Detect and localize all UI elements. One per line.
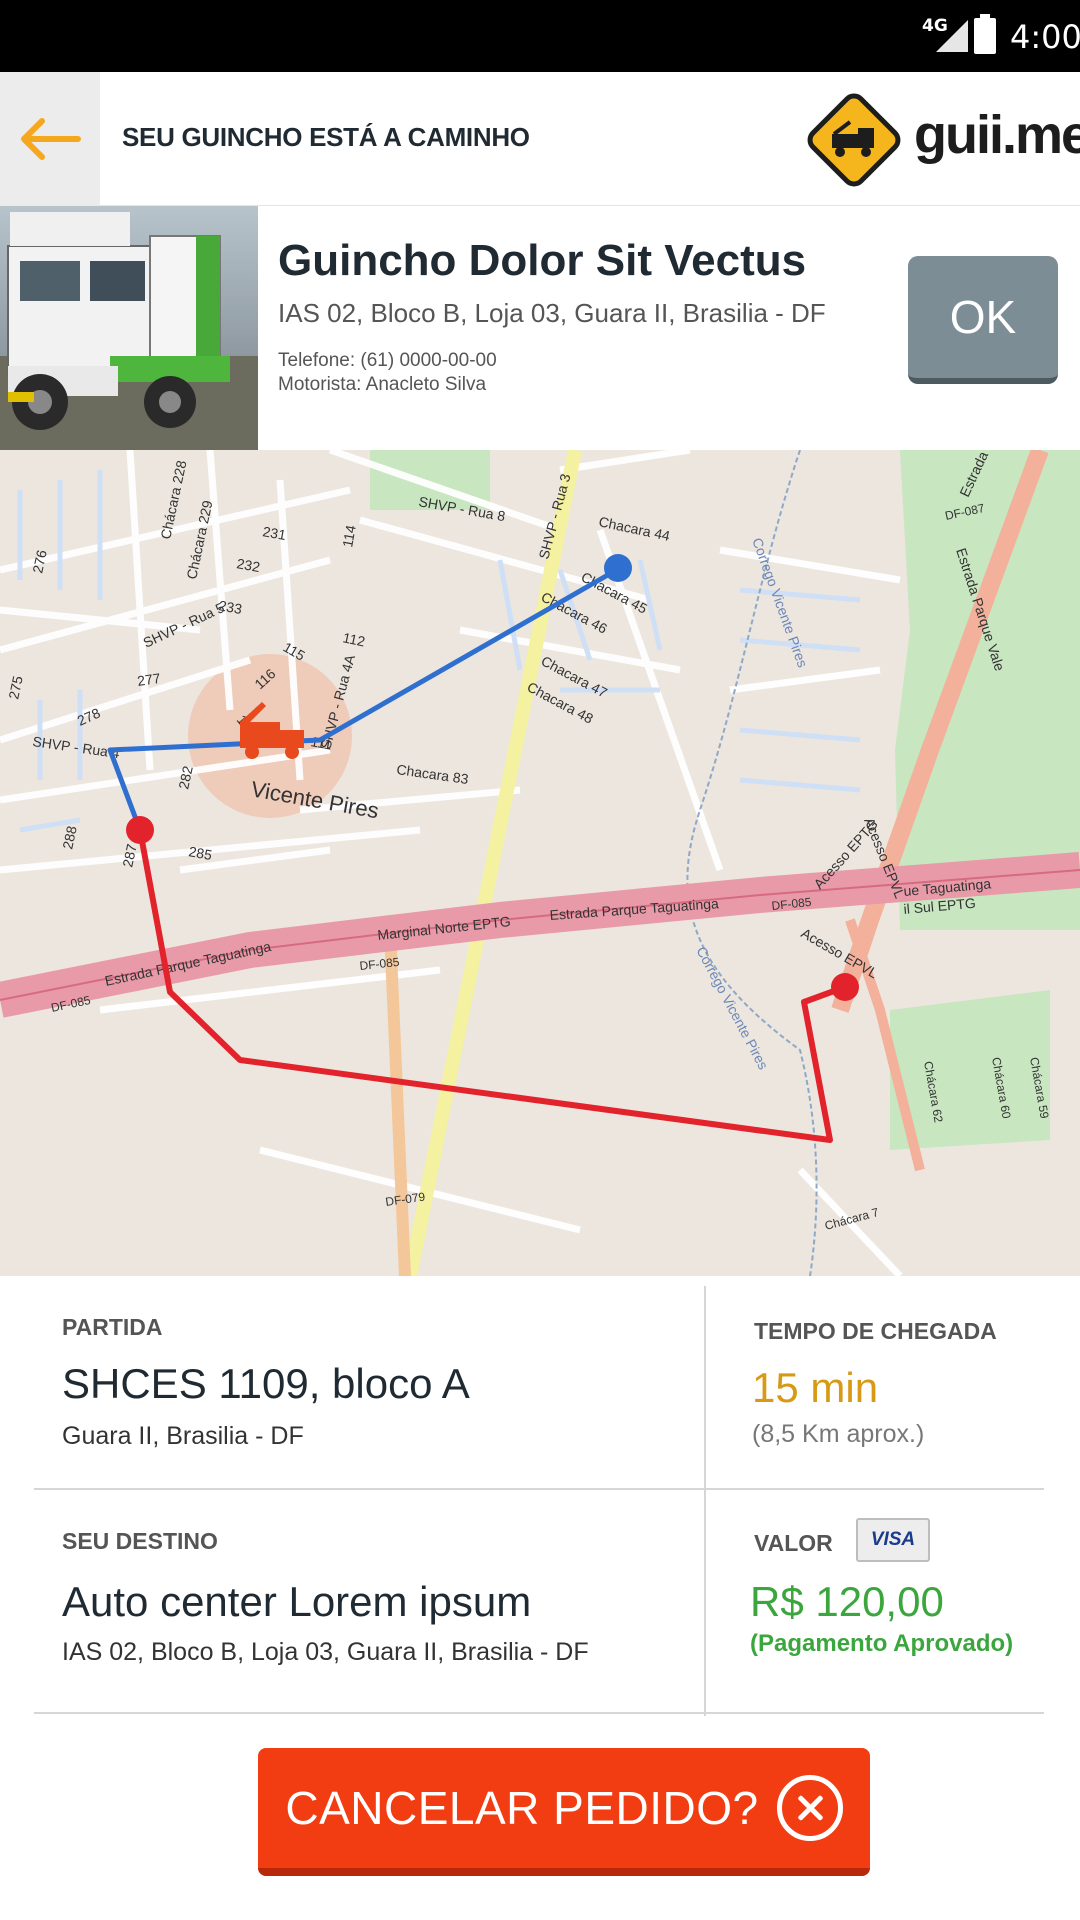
cancel-order-button[interactable]: CANCELAR PEDIDO? xyxy=(258,1748,870,1876)
logo-text: guii.me xyxy=(914,105,1080,165)
page-title: SEU GUINCHO ESTÁ A CAMINHO xyxy=(122,122,530,152)
status-bar: 4G 4:00 xyxy=(0,0,1080,72)
origin-label: PARTIDA xyxy=(62,1314,163,1340)
divider xyxy=(704,1286,706,1716)
clock: 4:00 xyxy=(1010,18,1080,56)
tow-truck-diamond-icon xyxy=(807,93,901,187)
map-label: Chácara 229 xyxy=(183,499,215,581)
price-value: R$ 120,00 xyxy=(750,1578,944,1625)
signal-icon xyxy=(936,20,968,52)
map-label: 275 xyxy=(5,674,26,700)
map-label: Corrego Vicente Pires xyxy=(693,944,771,1072)
destination-address: IAS 02, Bloco B, Loja 03, Guara II, Bras… xyxy=(62,1638,589,1666)
origin-address: SHCES 1109, bloco A xyxy=(62,1360,470,1407)
origin-city: Guara II, Brasilia - DF xyxy=(62,1422,304,1450)
map-label: 231 xyxy=(261,523,287,543)
tow-driver-name: Motorista: Anacleto Silva xyxy=(278,374,487,395)
map-label: 114 xyxy=(339,524,359,549)
map-label: 285 xyxy=(187,843,213,863)
map-label: 287 xyxy=(119,842,140,868)
trip-info-panel: PARTIDA SHCES 1109, bloco A Guara II, Br… xyxy=(0,1276,1080,1756)
tow-service-name: Guincho Dolor Sit Vectus xyxy=(278,236,807,285)
map-label: SHVP - Rua 4 xyxy=(32,733,121,761)
destination-marker[interactable] xyxy=(604,554,632,582)
cancel-order-label: CANCELAR PEDIDO? xyxy=(285,1782,759,1834)
tow-service-card: Guincho Dolor Sit Vectus IAS 02, Bloco B… xyxy=(0,206,1080,450)
map-label: 232 xyxy=(235,555,261,575)
map-label: Chacara 83 xyxy=(396,761,470,787)
ok-button[interactable]: OK xyxy=(908,256,1058,384)
map-label: Corrego Vicente Pires xyxy=(749,536,811,670)
app-header: SEU GUINCHO ESTÁ A CAMINHO guii.me xyxy=(0,72,1080,206)
map-label: 288 xyxy=(59,824,80,850)
close-circle-icon xyxy=(776,1775,843,1841)
map-label: 282 xyxy=(175,764,196,790)
arrival-time: 15 min xyxy=(752,1364,879,1411)
map-label: Chacara 44 xyxy=(597,513,671,544)
map-label: DF-085 xyxy=(771,895,813,913)
back-button[interactable] xyxy=(0,72,100,206)
tow-service-address: IAS 02, Bloco B, Loja 03, Guara II, Bras… xyxy=(278,298,826,328)
destination-label: SEU DESTINO xyxy=(62,1528,218,1554)
map-label: 277 xyxy=(136,670,162,689)
truck-photo xyxy=(0,206,258,450)
divider xyxy=(34,1712,1044,1714)
price-label: VALOR xyxy=(754,1530,833,1556)
tow-service-phone: Telefone: (61) 0000-00-00 xyxy=(278,350,497,371)
arrow-left-icon xyxy=(21,118,81,160)
origin-marker[interactable] xyxy=(831,973,859,1001)
destination-name: Auto center Lorem ipsum xyxy=(62,1578,532,1625)
arrival-label: TEMPO DE CHEGADA xyxy=(754,1318,997,1344)
route-map[interactable]: SHVP - Rua 8 SHVP - Rua 3 SHVP - Rua 5 S… xyxy=(0,450,1080,1276)
divider xyxy=(34,1488,1044,1490)
map-label: 112 xyxy=(341,629,366,649)
battery-icon xyxy=(974,14,996,54)
payment-status: (Pagamento Aprovado) xyxy=(750,1630,1014,1657)
app-logo: guii.me xyxy=(804,92,1080,188)
map-label: 276 xyxy=(29,548,50,574)
route-start-marker[interactable] xyxy=(126,816,154,844)
visa-card-icon: VISA xyxy=(856,1518,930,1562)
arrival-distance: (8,5 Km aprox.) xyxy=(752,1420,925,1448)
